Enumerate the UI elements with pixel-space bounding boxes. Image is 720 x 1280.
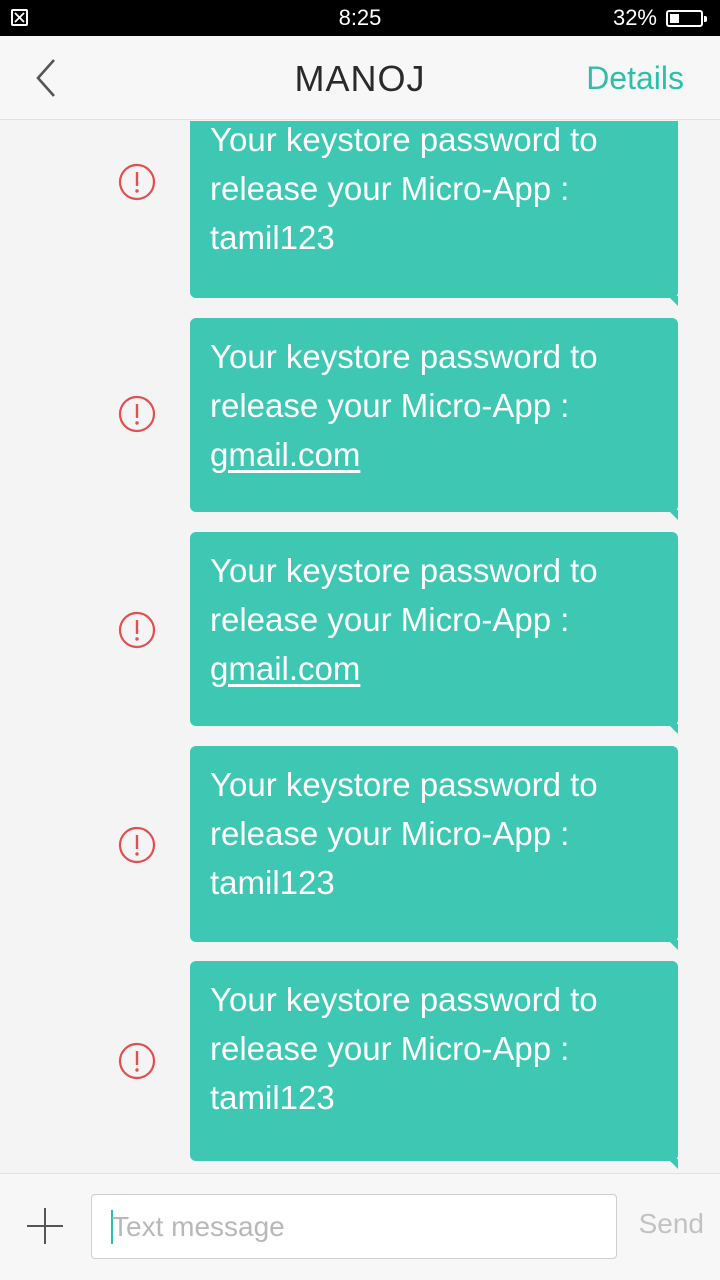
details-button[interactable]: Details: [586, 60, 684, 97]
message-value: tamil123: [210, 864, 335, 901]
message-bubble[interactable]: Your keystore password to release your M…: [190, 961, 678, 1169]
message-line: Your keystore password to: [210, 766, 598, 803]
composer-bar: Send: [0, 1173, 720, 1280]
error-alert-icon[interactable]: [118, 611, 156, 649]
message-line: release your Micro-App :: [210, 387, 570, 424]
battery-level-fill: [670, 14, 680, 23]
message-line: Your keystore password to: [210, 338, 598, 375]
message-bubble[interactable]: Your keystore password to release your M…: [190, 746, 678, 950]
plus-icon: [27, 1208, 63, 1244]
battery-icon: [666, 10, 707, 27]
send-button[interactable]: Send: [639, 1208, 704, 1240]
message-bubble[interactable]: Your keystore password to release your M…: [190, 532, 678, 734]
message-line: release your Micro-App :: [210, 815, 570, 852]
error-alert-icon[interactable]: [118, 163, 156, 201]
message-line: Your keystore password to: [210, 981, 598, 1018]
message-bubble[interactable]: Your keystore password to release your M…: [190, 121, 678, 306]
message-line: release your Micro-App :: [210, 170, 570, 207]
add-attachment-button[interactable]: [26, 1207, 64, 1245]
error-alert-icon[interactable]: [118, 826, 156, 864]
message-link[interactable]: gmail.com: [210, 644, 658, 693]
error-alert-icon[interactable]: [118, 395, 156, 433]
battery-percent: 32%: [612, 5, 657, 30]
message-input-field[interactable]: [91, 1194, 617, 1259]
status-bar: 8:25 32%: [0, 0, 720, 36]
message-line: Your keystore password to: [210, 121, 598, 158]
message-link[interactable]: gmail.com: [210, 430, 658, 479]
message-line: release your Micro-App :: [210, 601, 570, 638]
message-value: tamil123: [210, 1079, 335, 1116]
conversation-header: MANOJ Details: [0, 36, 720, 120]
message-input[interactable]: [112, 1195, 602, 1258]
message-line: release your Micro-App :: [210, 1030, 570, 1067]
message-list[interactable]: Your keystore password to release your M…: [0, 121, 720, 1173]
message-line: Your keystore password to: [210, 552, 598, 589]
error-alert-icon[interactable]: [118, 1042, 156, 1080]
message-bubble[interactable]: Your keystore password to release your M…: [190, 318, 678, 520]
message-value: tamil123: [210, 219, 335, 256]
